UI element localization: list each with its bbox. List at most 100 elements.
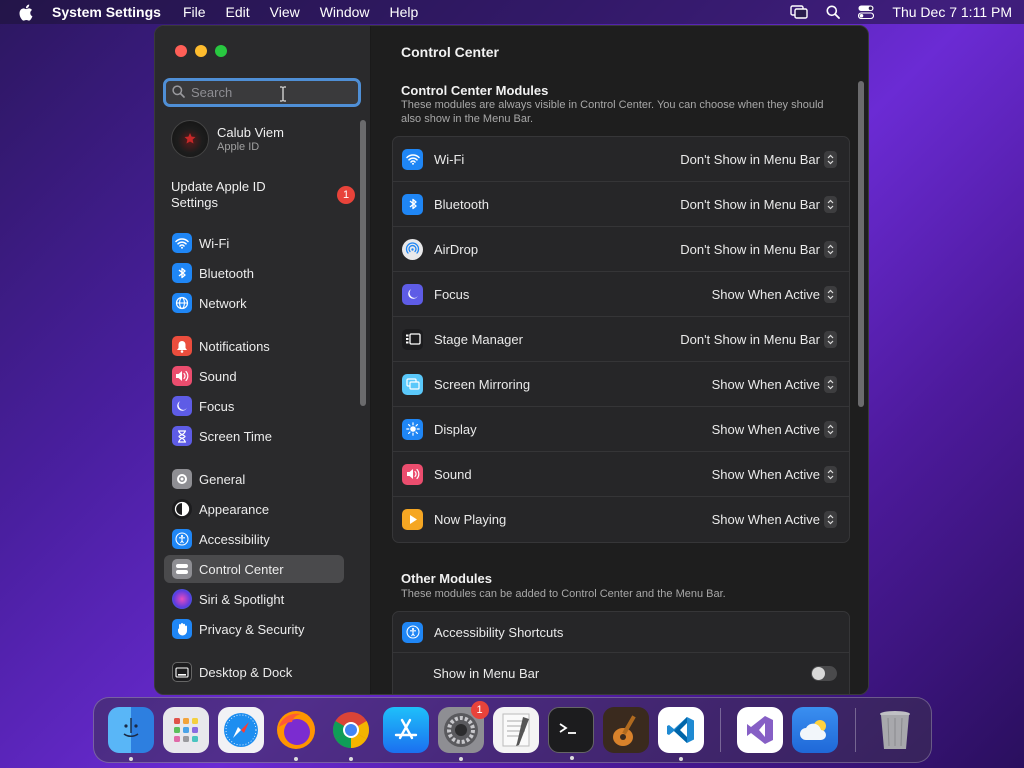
menu-bar-visibility-select[interactable]: Show When Active (712, 511, 837, 528)
trash-app[interactable] (872, 707, 918, 753)
sidebar-item-accessibility[interactable]: Accessibility (164, 525, 344, 553)
sidebar-item-notifications[interactable]: Notifications (164, 332, 344, 360)
launchpad-app[interactable] (162, 707, 209, 753)
textedit-app[interactable] (492, 707, 539, 753)
sidebar-item-desktop-dock[interactable]: Desktop & Dock (164, 658, 344, 686)
vscode-app[interactable] (657, 707, 704, 761)
select-value: Don't Show in Menu Bar (680, 241, 820, 257)
search-input[interactable]: Search (163, 78, 361, 107)
safari-app[interactable] (217, 707, 264, 753)
menu-bar-visibility-select[interactable]: Show When Active (711, 285, 837, 303)
sidebar-item-appearance[interactable]: Appearance (164, 495, 344, 523)
sidebar-item-focus[interactable]: Focus (164, 392, 344, 420)
up-down-chevron-icon (824, 375, 837, 393)
sidebar-item-general[interactable]: General (164, 465, 344, 493)
dock-separator (720, 708, 721, 752)
select-value: Don't Show in Menu Bar (680, 331, 820, 347)
sidebar-item-network[interactable]: Network (164, 289, 344, 317)
sidebar-item-privacy-security[interactable]: Privacy & Security (164, 615, 344, 643)
firefox-app[interactable] (273, 707, 319, 761)
module-row-sound: Sound Show When Active (393, 452, 849, 497)
running-indicator (678, 757, 683, 761)
apple-menu-icon[interactable] (18, 3, 34, 21)
modules-description: These modules are always visible in Cont… (401, 99, 824, 125)
finder-app[interactable] (107, 707, 154, 761)
control-center-status-icon[interactable] (858, 5, 875, 19)
zoom-window-button[interactable] (215, 45, 227, 57)
screen-mirroring-status-icon[interactable] (790, 5, 809, 19)
menu-bar-visibility-select[interactable]: Don't Show in Menu Bar (680, 330, 837, 348)
system-settings-app[interactable]: 1 (437, 701, 489, 761)
minimize-window-button[interactable] (195, 45, 207, 57)
profile-name: Calub Viem (217, 125, 284, 140)
module-row-wifi: Wi-Fi Don't Show in Menu Bar (393, 137, 849, 182)
sidebar: Search Calub Viem Apple ID Update Apple … (155, 26, 371, 694)
up-down-chevron-icon (824, 240, 837, 258)
close-window-button[interactable] (175, 45, 187, 57)
chrome-app[interactable] (328, 707, 374, 761)
visual-studio-app[interactable] (737, 707, 783, 753)
select-value: Show When Active (711, 421, 820, 437)
show-in-menu-bar-toggle[interactable] (811, 665, 837, 681)
speaker-icon (172, 366, 192, 386)
menu-edit[interactable]: Edit (226, 4, 250, 20)
toggle-label: Show in Menu Bar (433, 665, 540, 681)
select-value: Show When Active (711, 376, 820, 392)
menu-bar-visibility-select[interactable]: Don't Show in Menu Bar (680, 150, 837, 168)
sidebar-item-label: Appearance (199, 501, 270, 517)
menu-file[interactable]: File (183, 4, 206, 20)
up-down-chevron-icon (824, 150, 837, 168)
globe-icon (172, 293, 192, 313)
menu-window[interactable]: Window (320, 4, 370, 20)
menu-help[interactable]: Help (390, 4, 419, 20)
select-value: Show When Active (711, 286, 820, 302)
module-label: Display (434, 421, 477, 437)
module-row-now-playing: Now Playing Show When Active (393, 497, 849, 542)
airdrop-icon (402, 238, 423, 260)
sidebar-item-bluetooth[interactable]: Bluetooth (164, 259, 344, 287)
sidebar-item-sound[interactable]: Sound (164, 362, 344, 390)
menu-bar-visibility-select[interactable]: Show When Active (711, 375, 837, 393)
dock-icon (172, 662, 192, 682)
sidebar-item-label: Focus (199, 398, 235, 414)
moon-icon (402, 283, 423, 305)
avatar (171, 120, 209, 158)
app-store-app[interactable] (382, 707, 429, 753)
sidebar-item-wifi[interactable]: Wi-Fi (164, 229, 344, 257)
modules-heading: Control Center Modules (401, 83, 549, 98)
menu-bar: System Settings File Edit View Window He… (0, 0, 1024, 24)
update-apple-id-settings[interactable]: Update Apple ID Settings 1 (171, 179, 355, 211)
clock[interactable]: Thu Dec 7 1:11 PM (892, 4, 1012, 20)
module-label: Stage Manager (434, 331, 523, 347)
update-label: Update Apple ID Settings (171, 179, 266, 210)
up-down-chevron-icon (824, 511, 837, 528)
menu-view[interactable]: View (270, 4, 300, 20)
menu-bar-visibility-select[interactable]: Show When Active (712, 465, 837, 483)
content-scrollbar[interactable] (858, 81, 864, 407)
up-down-chevron-icon (824, 195, 837, 213)
weather-app[interactable] (792, 707, 838, 753)
terminal-app[interactable] (547, 707, 594, 760)
gear-icon (172, 469, 192, 489)
sidebar-item-label: Control Center (199, 561, 284, 577)
menu-bar-visibility-select[interactable]: Show When Active (711, 420, 837, 438)
garageband-app[interactable] (602, 707, 649, 753)
wifi-icon (172, 233, 192, 253)
control-center-icon (172, 559, 192, 579)
module-label: Now Playing (434, 512, 507, 527)
app-menu[interactable]: System Settings (52, 4, 161, 20)
sidebar-scrollbar[interactable] (360, 120, 366, 406)
modules-list: Wi-Fi Don't Show in Menu Bar Bluetooth D… (392, 136, 850, 543)
sidebar-item-control-center[interactable]: Control Center (164, 555, 344, 583)
running-indicator (128, 757, 133, 761)
profile-subtitle: Apple ID (217, 141, 260, 153)
show-in-menu-bar-row: Show in Menu Bar (393, 653, 849, 693)
sidebar-item-screen-time[interactable]: Screen Time (164, 422, 344, 450)
apple-id-profile[interactable]: Calub Viem Apple ID (171, 120, 284, 158)
module-row-stage-manager: Stage Manager Don't Show in Menu Bar (393, 317, 849, 362)
menu-bar-visibility-select[interactable]: Don't Show in Menu Bar (680, 240, 837, 258)
sidebar-item-label: Network (199, 295, 247, 311)
spotlight-search-icon[interactable] (826, 5, 841, 19)
menu-bar-visibility-select[interactable]: Don't Show in Menu Bar (680, 195, 837, 213)
sidebar-item-siri-spotlight[interactable]: Siri & Spotlight (164, 585, 344, 613)
